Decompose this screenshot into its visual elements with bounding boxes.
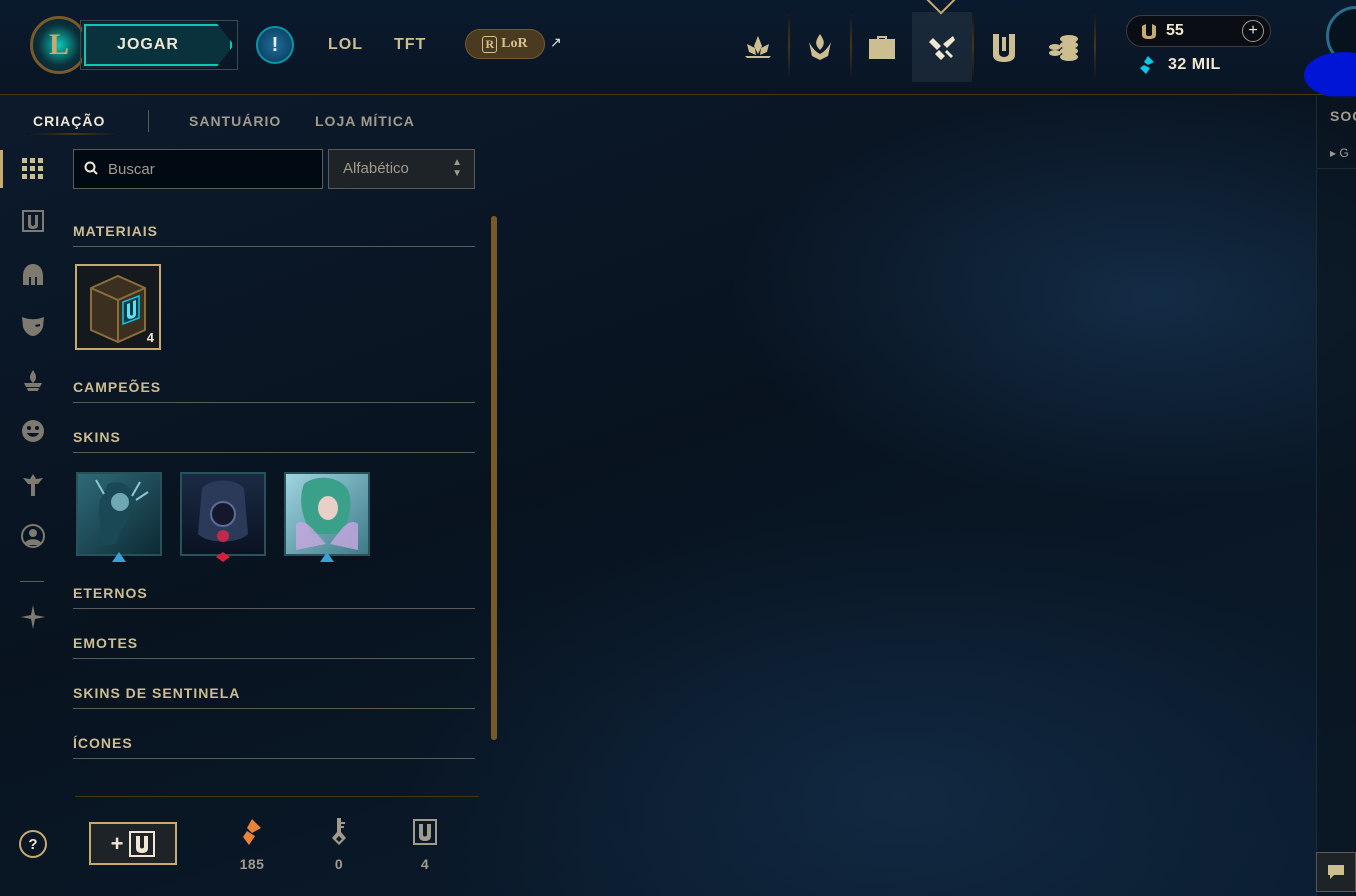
material-tile-hextech-chest[interactable]: 4 [75,264,161,350]
category-emotes[interactable]: EMOTES [73,635,475,659]
league-logo[interactable]: L [30,16,88,74]
key-value: 0 [334,856,344,872]
skin-art-2 [182,474,264,554]
search-input[interactable] [108,158,308,180]
sort-selected-value: Alfabético [343,160,409,177]
epic-rarity-gem-icon [112,552,126,562]
rail-divider [20,581,44,582]
blue-essence-icon [1140,56,1156,79]
material-count: 4 [146,330,154,345]
rail-active-indicator [0,150,3,188]
chest-icon[interactable] [18,206,48,236]
skin-tile-1[interactable] [76,472,162,562]
category-eternos[interactable]: ETERNOS [73,585,475,609]
bottom-divider [75,796,479,797]
legendary-rarity-gem-icon [216,552,230,562]
alert-button[interactable]: ! [256,26,294,64]
ward-icon[interactable] [18,366,48,396]
category-campeoes[interactable]: CAMPEÕES [73,379,475,403]
hextech-icon[interactable] [974,12,1034,82]
social-title: SOC [1330,108,1356,124]
epic-rarity-gem-icon [320,552,334,562]
chat-button[interactable] [1316,852,1356,892]
helmet-icon[interactable] [18,260,48,290]
social-separator [1316,168,1356,169]
category-skins[interactable]: SKINS [73,429,475,453]
social-group-toggle[interactable]: ▸ G [1330,146,1349,160]
help-button[interactable]: ? [19,830,47,858]
chat-bubble-icon [1328,865,1344,879]
riot-points-icon [1140,22,1158,45]
search-icon [84,161,98,180]
search-box [73,149,323,189]
scrollbar-thumb[interactable] [491,216,497,740]
lor-button[interactable]: R LoR [465,29,545,59]
lor-label: LoR [501,36,528,51]
chest-icon [129,830,156,857]
home-lotus-icon[interactable] [728,12,788,82]
tab-loja-mitica[interactable]: LOJA MÍTICA [315,113,415,129]
category-skins-de-sentinela[interactable]: SKINS DE SENTINELA [73,685,475,709]
profile-icon[interactable] [18,521,48,551]
logo-letter: L [48,28,69,61]
grid-icon[interactable] [18,154,48,184]
key-icon [326,818,352,846]
sort-dropdown[interactable]: Alfabético ▲ ▼ [328,149,475,189]
tab-santuario[interactable]: SANTUÁRIO [189,113,281,129]
orange-essence-icon [239,818,265,846]
loot-crafting-icon[interactable] [912,12,972,82]
riot-points-value: 55 [1166,22,1184,39]
social-panel [1316,96,1356,896]
tab-tft[interactable]: TFT [394,36,426,54]
play-button[interactable]: JOGAR [82,22,234,68]
category-icones[interactable]: ÍCONES [73,735,475,759]
buy-rp-button[interactable]: + [1242,20,1264,42]
chest-value: 4 [420,856,430,872]
compass-icon[interactable] [18,602,48,632]
nav-separator [1094,10,1096,80]
chest-icon [412,818,438,846]
craft-plus-label: + [110,830,124,856]
subnav-separator [148,110,149,132]
skin-art-1 [78,474,160,554]
blue-essence-value: 32 MIL [1168,56,1221,73]
skin-tile-2[interactable] [180,472,266,562]
emote-icon[interactable] [18,416,48,446]
orange-essence-value: 185 [239,856,265,872]
active-tab-underline [27,133,121,135]
category-materiais[interactable]: MATERIAIS [73,223,475,247]
skin-art-3 [286,474,368,554]
social-group-label: G [1339,146,1349,160]
tab-lol[interactable]: LOL [328,36,363,54]
skin-tile-3[interactable] [284,472,370,562]
collection-bag-icon[interactable] [852,12,912,82]
clash-icon[interactable] [790,12,850,82]
store-coins-icon[interactable] [1034,12,1094,82]
updown-chevron-icon: ▲ ▼ [452,157,462,179]
craft-key-button[interactable]: + [89,822,177,865]
totem-icon[interactable] [18,470,48,500]
lor-badge-icon: R [482,35,498,53]
tab-criacao[interactable]: CRIAÇÃO [33,113,105,129]
mask-icon[interactable] [18,311,48,341]
external-link-icon[interactable]: ↗ [550,34,562,51]
